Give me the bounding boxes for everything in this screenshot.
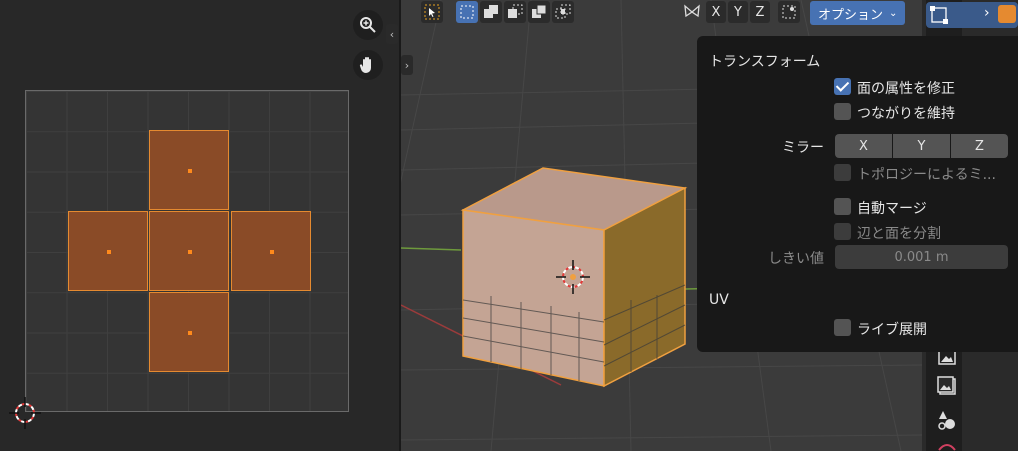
correct-face-attributes-label[interactable]: 面の属性を修正 — [857, 78, 955, 98]
options-label: オプション — [818, 7, 884, 23]
select-invert-icon[interactable] — [528, 1, 550, 23]
outliner-row-selected[interactable]: › — [926, 2, 1018, 28]
section-title-uv: UV — [709, 292, 729, 308]
split-edges-faces-checkbox[interactable] — [834, 223, 851, 240]
object-icon — [930, 6, 948, 24]
threshold-label: しきい値 — [768, 251, 824, 267]
image-tab-icon[interactable] — [936, 375, 958, 397]
topology-mirror-label[interactable]: トポロジーによるミ... — [857, 164, 996, 184]
uv-face-top[interactable] — [149, 130, 229, 210]
mesh-data-icon — [998, 5, 1016, 23]
keep-connected-checkbox[interactable] — [834, 103, 851, 120]
constraint-tab-icon[interactable] — [936, 440, 958, 451]
physics-tab-icon[interactable] — [936, 408, 958, 432]
cube-mesh — [460, 167, 688, 388]
header-mirror-x-button[interactable]: X — [706, 1, 726, 23]
auto-merge-checkbox[interactable] — [834, 198, 851, 215]
select-intersect-icon[interactable] — [552, 1, 574, 23]
live-unwrap-checkbox[interactable] — [834, 319, 851, 336]
uv-face-left[interactable] — [68, 211, 148, 291]
mirror-y-button[interactable]: Y — [893, 134, 950, 158]
snap-proportional-icon[interactable] — [778, 1, 800, 23]
correct-face-attributes-checkbox[interactable] — [834, 78, 851, 95]
options-dropdown-button[interactable]: オプション ⌄ — [810, 1, 906, 25]
header-mirror-y-button[interactable]: Y — [728, 1, 748, 23]
chevron-down-icon: ⌄ — [889, 7, 898, 19]
select-subtract-icon[interactable] — [504, 1, 526, 23]
split-edges-faces-label[interactable]: 辺と面を分割 — [857, 223, 941, 243]
mirror-butterfly-icon[interactable] — [681, 1, 703, 23]
mirror-z-button[interactable]: Z — [951, 134, 1008, 158]
mirror-label: ミラー — [782, 140, 824, 156]
cursor-select-icon[interactable] — [421, 1, 443, 23]
mirror-x-button[interactable]: X — [835, 134, 892, 158]
hand-pan-icon[interactable] — [353, 50, 383, 80]
auto-merge-label[interactable]: 自動マージ — [857, 198, 927, 218]
uv-face-bottom[interactable] — [149, 292, 229, 372]
expand-chevron-icon[interactable]: › — [984, 5, 990, 21]
header-mirror-z-button[interactable]: Z — [750, 1, 770, 23]
box-select-new-icon[interactable] — [456, 1, 478, 23]
live-unwrap-label[interactable]: ライブ展開 — [857, 319, 927, 339]
uv-editor[interactable]: ‹ — [0, 0, 399, 451]
threshold-field[interactable]: 0.001 m — [835, 245, 1008, 269]
2d-cursor-icon[interactable] — [5, 393, 45, 433]
uv-face-center[interactable] — [149, 211, 229, 291]
uv-face-right[interactable] — [231, 211, 311, 291]
section-title-transform: トランスフォーム — [709, 54, 821, 70]
select-extend-icon[interactable] — [480, 1, 502, 23]
keep-connected-label[interactable]: つながりを維持 — [857, 103, 955, 123]
collapse-toolbar-chevron-icon[interactable]: ‹ — [386, 24, 398, 44]
zoom-in-icon[interactable] — [353, 10, 383, 40]
topology-mirror-checkbox[interactable] — [834, 164, 851, 181]
